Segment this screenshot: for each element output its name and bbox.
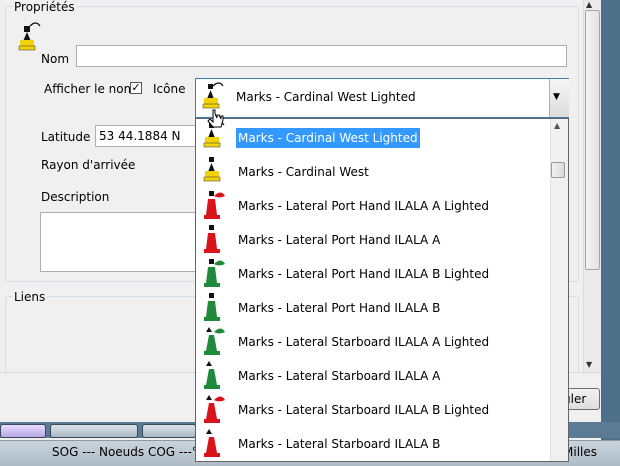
name-input[interactable]: [76, 45, 567, 67]
port-hand-b-icon: [204, 293, 220, 321]
dropdown-item[interactable]: Marks - Lateral Starboard ILALA A: [196, 357, 549, 391]
dropdown-item[interactable]: Marks - Lateral Port Hand ILALA B: [196, 289, 549, 323]
dropdown-item[interactable]: Marks - Lateral Starboard ILALA A Lighte…: [196, 323, 549, 357]
port-hand-b-lighted-icon: [204, 259, 225, 287]
dropdown-scrollbar-thumb[interactable]: [551, 162, 565, 178]
starboard-b-lighted-icon: [204, 395, 225, 423]
chart-tab[interactable]: [142, 424, 196, 438]
scroll-up-icon[interactable]: ▲: [554, 121, 560, 130]
dropdown-item[interactable]: Marks - Lateral Starboard ILALA B Lighte…: [196, 391, 549, 425]
dropdown-item[interactable]: Marks - Lateral Starboard ILALA B: [196, 425, 549, 459]
status-sog-cog: SOG --- Noeuds COG ---°: [52, 445, 198, 459]
icon-combobox-value: Marks - Cardinal West Lighted: [236, 90, 416, 104]
scroll-up-icon[interactable]: ▲: [586, 0, 592, 9]
dropdown-item[interactable]: Marks - Lateral Port Hand ILALA B Lighte…: [196, 255, 549, 289]
name-label: Nom: [41, 52, 70, 66]
dropdown-item[interactable]: Marks - Cardinal West: [196, 153, 549, 187]
latitude-value: 53 44.1884 N: [99, 129, 181, 143]
dropdown-item-label: Marks - Lateral Starboard ILALA B: [238, 437, 441, 451]
dropdown-item-label: Marks - Cardinal West: [238, 165, 369, 179]
dropdown-item-label: Marks - Cardinal West Lighted: [236, 128, 420, 148]
chart-tab[interactable]: [0, 424, 46, 438]
dropdown-item[interactable]: Marks - Lateral Port Hand ILALA A Lighte…: [196, 187, 549, 221]
latitude-input[interactable]: 53 44.1884 N: [95, 125, 196, 147]
show-name-checkbox[interactable]: ✓: [130, 82, 142, 94]
dropdown-item-label: Marks - Lateral Port Hand ILALA B Lighte…: [238, 267, 490, 281]
starboard-lighted-icon: [204, 327, 225, 355]
description-label: Description: [41, 190, 110, 204]
background-chart-edge: [601, 0, 620, 465]
dropdown-item-label: Marks - Lateral Starboard ILALA A Lighte…: [238, 335, 490, 349]
mouse-cursor-icon: [207, 109, 224, 128]
chart-tab[interactable]: [50, 424, 138, 438]
starboard-icon: [204, 361, 220, 389]
chevron-down-icon: ▼: [553, 92, 560, 102]
description-textarea[interactable]: [40, 212, 198, 272]
dropdown-item-label: Marks - Lateral Port Hand ILALA A Lighte…: [238, 199, 490, 213]
latitude-label: Latitude: [41, 130, 91, 144]
port-hand-lighted-icon: [204, 191, 225, 219]
properties-legend: Propriétés: [12, 0, 77, 14]
starboard-b-icon: [204, 429, 220, 457]
dropdown-item-label: Marks - Lateral Starboard ILALA B Lighte…: [238, 403, 490, 417]
cardinal-west-icon: [203, 157, 221, 182]
dropdown-item-label: Marks - Lateral Starboard ILALA A: [238, 369, 441, 383]
dropdown-item[interactable]: Marks - Lateral Port Hand ILALA A: [196, 221, 549, 255]
port-hand-icon: [204, 225, 220, 253]
links-legend: Liens: [12, 290, 48, 304]
waypoint-icon: [18, 22, 41, 51]
show-name-label: Afficher le nom: [44, 82, 136, 96]
icon-label: Icône: [153, 82, 186, 96]
scroll-down-icon[interactable]: ▼: [586, 360, 592, 369]
dropdown-item-label: Marks - Lateral Port Hand ILALA B: [238, 301, 441, 315]
dropdown-item-label: Marks - Lateral Port Hand ILALA A: [238, 233, 441, 247]
arrival-radius-label: Rayon d'arrivée: [41, 158, 136, 172]
properties-scrollbar-thumb[interactable]: [585, 10, 600, 270]
dropdown-item[interactable]: Marks - Cardinal West Lighted: [196, 119, 549, 153]
